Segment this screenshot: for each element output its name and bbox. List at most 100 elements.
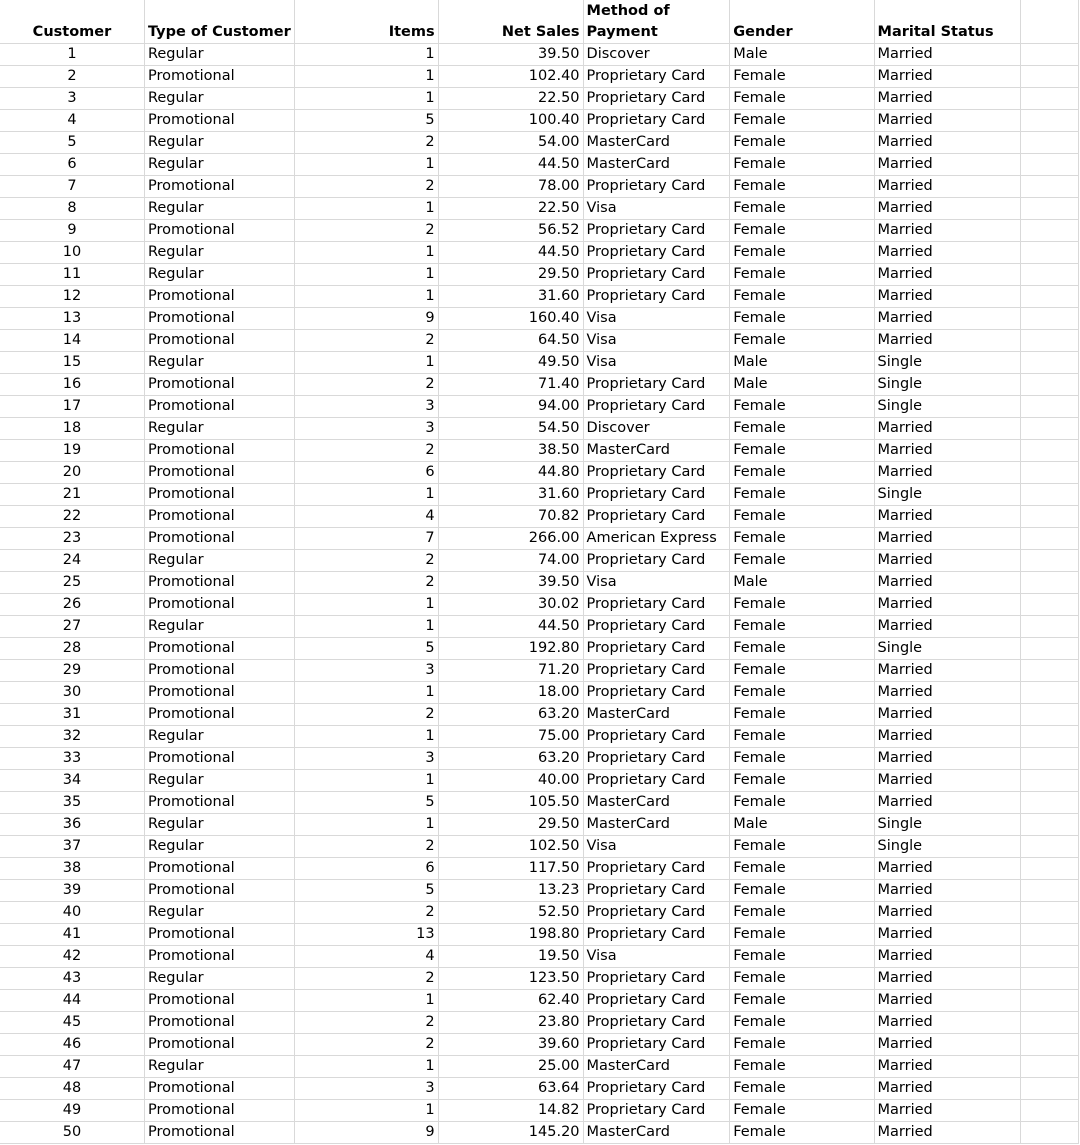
cell-method-of-payment[interactable]: Proprietary Card [582, 241, 731, 264]
cell-marital-status[interactable]: Married [873, 791, 1021, 814]
cell-net-sales[interactable]: 52.50 [437, 901, 584, 924]
cell-customer[interactable]: 10 [0, 241, 145, 264]
cell-marital-status[interactable]: Married [873, 241, 1021, 264]
cell-type-of-customer[interactable]: Promotional [143, 571, 295, 594]
cell-gender[interactable]: Female [729, 593, 875, 616]
cell-net-sales[interactable]: 145.20 [437, 1121, 584, 1144]
cell-items[interactable]: 1 [293, 681, 439, 704]
cell-type-of-customer[interactable]: Regular [143, 769, 295, 792]
cell-method-of-payment[interactable]: MasterCard [582, 813, 731, 836]
cell-marital-status[interactable]: Married [873, 87, 1021, 110]
empty-cell[interactable] [1019, 637, 1080, 660]
cell-net-sales[interactable]: 39.60 [437, 1033, 584, 1056]
header-type-of-customer[interactable]: Type of Customer [143, 0, 295, 44]
empty-cell[interactable] [1019, 483, 1080, 506]
cell-marital-status[interactable]: Married [873, 769, 1021, 792]
cell-type-of-customer[interactable]: Promotional [143, 703, 295, 726]
empty-cell[interactable] [1019, 571, 1080, 594]
empty-cell[interactable] [1019, 65, 1080, 88]
empty-cell[interactable] [1019, 703, 1080, 726]
cell-items[interactable]: 1 [293, 813, 439, 836]
cell-marital-status[interactable]: Married [873, 967, 1021, 990]
cell-net-sales[interactable]: 14.82 [437, 1099, 584, 1122]
cell-net-sales[interactable]: 63.20 [437, 747, 584, 770]
empty-cell[interactable] [1019, 1033, 1080, 1056]
cell-gender[interactable]: Female [729, 791, 875, 814]
cell-type-of-customer[interactable]: Promotional [143, 923, 295, 946]
cell-type-of-customer[interactable]: Promotional [143, 593, 295, 616]
cell-net-sales[interactable]: 23.80 [437, 1011, 584, 1034]
empty-cell[interactable] [1019, 857, 1080, 880]
cell-gender[interactable]: Female [729, 417, 875, 440]
cell-marital-status[interactable]: Married [873, 725, 1021, 748]
cell-customer[interactable]: 42 [0, 945, 145, 968]
cell-method-of-payment[interactable]: MasterCard [582, 131, 731, 154]
cell-method-of-payment[interactable]: MasterCard [582, 791, 731, 814]
cell-items[interactable]: 2 [293, 329, 439, 352]
cell-method-of-payment[interactable]: Proprietary Card [582, 395, 731, 418]
cell-customer[interactable]: 13 [0, 307, 145, 330]
cell-method-of-payment[interactable]: Proprietary Card [582, 901, 731, 924]
cell-customer[interactable]: 2 [0, 65, 145, 88]
cell-type-of-customer[interactable]: Promotional [143, 109, 295, 132]
cell-marital-status[interactable]: Married [873, 505, 1021, 528]
cell-marital-status[interactable]: Married [873, 945, 1021, 968]
cell-gender[interactable]: Female [729, 505, 875, 528]
cell-customer[interactable]: 15 [0, 351, 145, 374]
empty-cell[interactable] [1019, 461, 1080, 484]
cell-type-of-customer[interactable]: Regular [143, 1055, 295, 1078]
cell-customer[interactable]: 28 [0, 637, 145, 660]
cell-method-of-payment[interactable]: MasterCard [582, 439, 731, 462]
cell-net-sales[interactable]: 39.50 [437, 571, 584, 594]
cell-marital-status[interactable]: Single [873, 835, 1021, 858]
empty-cell[interactable] [1019, 835, 1080, 858]
cell-items[interactable]: 2 [293, 439, 439, 462]
cell-items[interactable]: 1 [293, 989, 439, 1012]
cell-net-sales[interactable]: 94.00 [437, 395, 584, 418]
empty-cell[interactable] [1019, 219, 1080, 242]
cell-type-of-customer[interactable]: Promotional [143, 1033, 295, 1056]
cell-gender[interactable]: Female [729, 615, 875, 638]
cell-customer[interactable]: 45 [0, 1011, 145, 1034]
cell-gender[interactable]: Female [729, 175, 875, 198]
cell-items[interactable]: 2 [293, 1033, 439, 1056]
cell-net-sales[interactable]: 54.50 [437, 417, 584, 440]
cell-gender[interactable]: Female [729, 87, 875, 110]
cell-net-sales[interactable]: 40.00 [437, 769, 584, 792]
cell-net-sales[interactable]: 22.50 [437, 197, 584, 220]
cell-gender[interactable]: Male [729, 571, 875, 594]
cell-marital-status[interactable]: Married [873, 681, 1021, 704]
cell-items[interactable]: 2 [293, 131, 439, 154]
cell-customer[interactable]: 44 [0, 989, 145, 1012]
cell-method-of-payment[interactable]: MasterCard [582, 1121, 731, 1144]
cell-gender[interactable]: Female [729, 153, 875, 176]
empty-cell[interactable] [1019, 615, 1080, 638]
empty-cell[interactable] [1019, 395, 1080, 418]
cell-marital-status[interactable]: Single [873, 637, 1021, 660]
cell-customer[interactable]: 14 [0, 329, 145, 352]
cell-items[interactable]: 1 [293, 615, 439, 638]
cell-net-sales[interactable]: 44.50 [437, 241, 584, 264]
cell-items[interactable]: 6 [293, 857, 439, 880]
cell-items[interactable]: 1 [293, 153, 439, 176]
cell-marital-status[interactable]: Married [873, 43, 1021, 66]
cell-marital-status[interactable]: Married [873, 1077, 1021, 1100]
cell-marital-status[interactable]: Married [873, 747, 1021, 770]
cell-method-of-payment[interactable]: Proprietary Card [582, 857, 731, 880]
cell-customer[interactable]: 17 [0, 395, 145, 418]
cell-method-of-payment[interactable]: Visa [582, 329, 731, 352]
cell-method-of-payment[interactable]: Proprietary Card [582, 549, 731, 572]
cell-net-sales[interactable]: 123.50 [437, 967, 584, 990]
cell-marital-status[interactable]: Married [873, 65, 1021, 88]
cell-method-of-payment[interactable]: Proprietary Card [582, 175, 731, 198]
cell-gender[interactable]: Female [729, 857, 875, 880]
cell-method-of-payment[interactable]: Visa [582, 197, 731, 220]
cell-net-sales[interactable]: 266.00 [437, 527, 584, 550]
cell-method-of-payment[interactable]: Proprietary Card [582, 747, 731, 770]
cell-method-of-payment[interactable]: Proprietary Card [582, 109, 731, 132]
empty-cell[interactable] [1019, 131, 1080, 154]
cell-marital-status[interactable]: Married [873, 593, 1021, 616]
cell-type-of-customer[interactable]: Promotional [143, 989, 295, 1012]
cell-customer[interactable]: 6 [0, 153, 145, 176]
cell-net-sales[interactable]: 102.50 [437, 835, 584, 858]
